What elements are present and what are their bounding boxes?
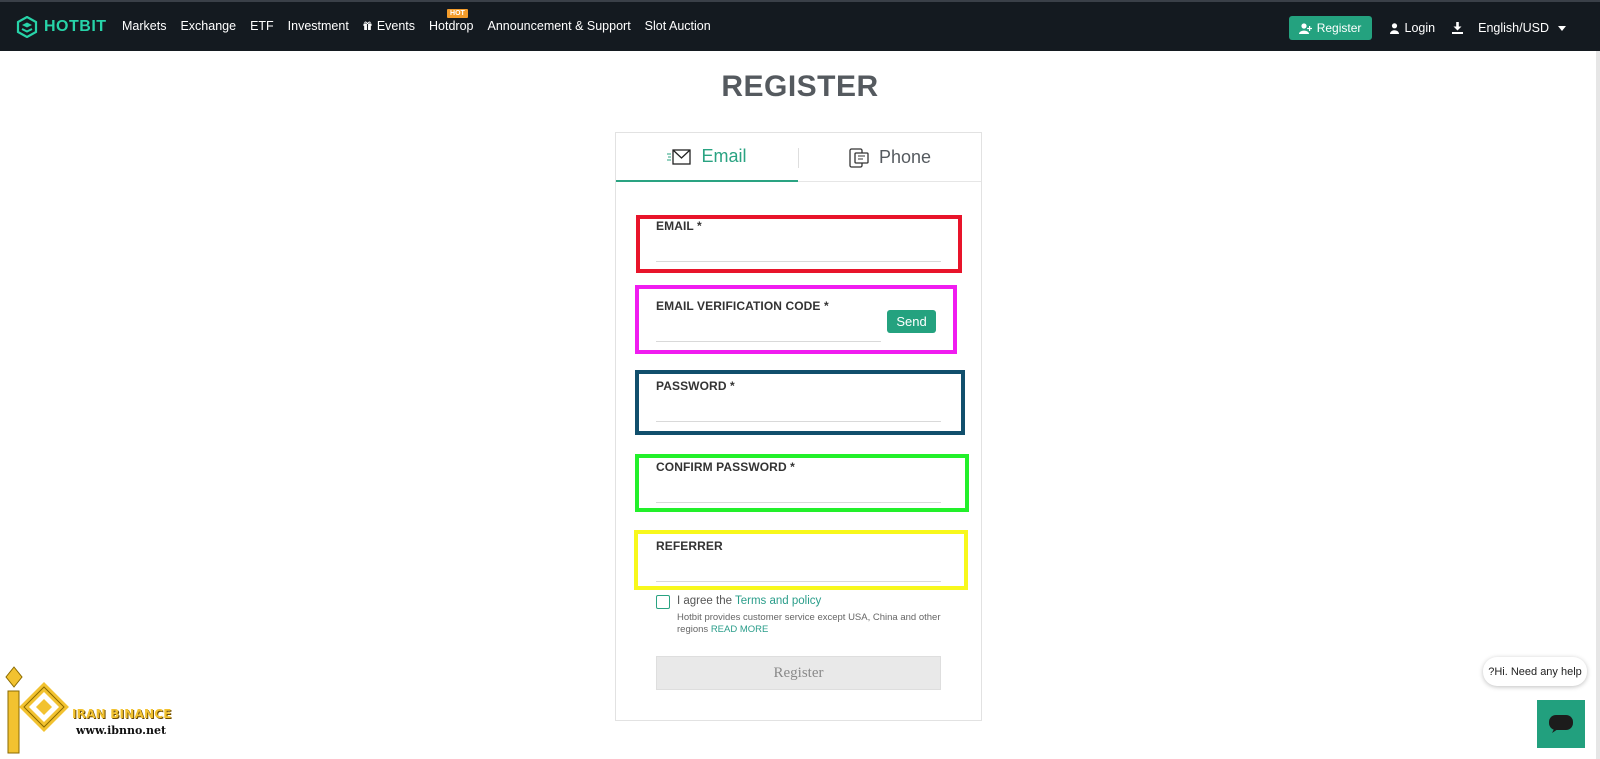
agree-prefix: I agree the [677, 595, 735, 607]
service-region-note: Hotbit provides customer service except … [677, 612, 947, 636]
agree-text: I agree the Terms and policy [677, 595, 821, 607]
email-label: EMAIL * [656, 219, 702, 233]
header-register-button[interactable]: Register [1288, 16, 1372, 40]
hotbit-logo[interactable]: HOTBIT [16, 16, 107, 38]
page-title: REGISTER [721, 70, 879, 103]
email-input[interactable] [656, 240, 941, 262]
confirm-password-field: CONFIRM PASSWORD * [656, 460, 941, 506]
nav-investment[interactable]: Investment [288, 19, 349, 33]
phone-icon [849, 147, 869, 168]
email-field: EMAIL * [656, 219, 941, 265]
read-more-link[interactable]: READ MORE [711, 624, 769, 635]
top-navigation-bar: HOTBIT Markets Exchange ETF Investment E… [0, 0, 1600, 51]
confirm-password-input[interactable] [656, 481, 941, 503]
iran-binance-logo-icon [5, 666, 69, 754]
referrer-input[interactable] [656, 560, 941, 582]
chat-greeting-bubble[interactable]: ?Hi. Need any help [1483, 657, 1587, 686]
iran-binance-watermark: IRAN BINANCE www.ibnno.net [4, 665, 171, 759]
tab-email[interactable]: Email [616, 133, 798, 182]
chat-icon [1549, 715, 1573, 733]
nav-markets[interactable]: Markets [122, 19, 166, 33]
nav-slot-auction[interactable]: Slot Auction [645, 19, 711, 33]
confirm-password-label: CONFIRM PASSWORD * [656, 460, 795, 474]
register-submit-button[interactable]: Register [656, 656, 941, 690]
agree-checkbox[interactable] [656, 595, 670, 609]
gift-icon [363, 21, 372, 30]
email-verification-code-field: EMAIL VERIFICATION CODE * Send [656, 299, 941, 345]
nav-announcement-support[interactable]: Announcement & Support [488, 19, 631, 33]
password-label: PASSWORD * [656, 379, 735, 393]
login-label: Login [1404, 21, 1436, 35]
verification-code-input[interactable] [656, 320, 881, 342]
nav-events[interactable]: Events [363, 19, 415, 33]
watermark-url: www.ibnno.net [76, 724, 167, 737]
download-icon[interactable] [1452, 22, 1464, 34]
add-user-icon [1298, 22, 1312, 34]
hotbit-logo-icon [16, 16, 38, 38]
nav-events-label: Events [376, 19, 416, 33]
terms-and-policy-link[interactable]: Terms and policy [735, 595, 821, 607]
nav-hotdrop-label: Hotdrop [429, 19, 474, 33]
header-register-label: Register [1316, 21, 1362, 35]
send-code-button[interactable]: Send [887, 310, 936, 333]
hot-badge: HOT [447, 9, 468, 18]
chevron-down-icon [1558, 25, 1566, 31]
user-icon [1389, 22, 1399, 34]
register-card: Email Phone EMAIL * EMAIL VERIFICATION C… [615, 132, 982, 721]
referrer-field: REFERRER [656, 539, 941, 585]
language-label: English/USD [1478, 21, 1549, 35]
nav-exchange[interactable]: Exchange [180, 19, 236, 33]
nav-hotdrop[interactable]: HOT Hotdrop [429, 9, 474, 33]
nav-etf[interactable]: ETF [250, 19, 274, 33]
password-input[interactable] [656, 400, 941, 422]
tab-phone[interactable]: Phone [799, 133, 981, 182]
chat-launcher-button[interactable] [1537, 700, 1585, 748]
tab-email-label: Email [701, 146, 747, 166]
language-currency-selector[interactable]: English/USD [1478, 21, 1566, 35]
register-method-tabs: Email Phone [616, 133, 981, 182]
scrollbar[interactable] [1596, 51, 1600, 759]
main-nav: Markets Exchange ETF Investment Events H… [122, 9, 725, 33]
watermark-brand: IRAN BINANCE [72, 707, 172, 721]
tab-phone-label: Phone [878, 147, 932, 167]
referrer-label: REFERRER [656, 539, 723, 553]
login-link[interactable]: Login [1389, 21, 1436, 35]
envelope-icon [667, 148, 692, 165]
account-nav: Register Login English/USD [1288, 16, 1566, 40]
brand-name: HOTBIT [44, 18, 107, 35]
password-field: PASSWORD * [656, 379, 941, 425]
